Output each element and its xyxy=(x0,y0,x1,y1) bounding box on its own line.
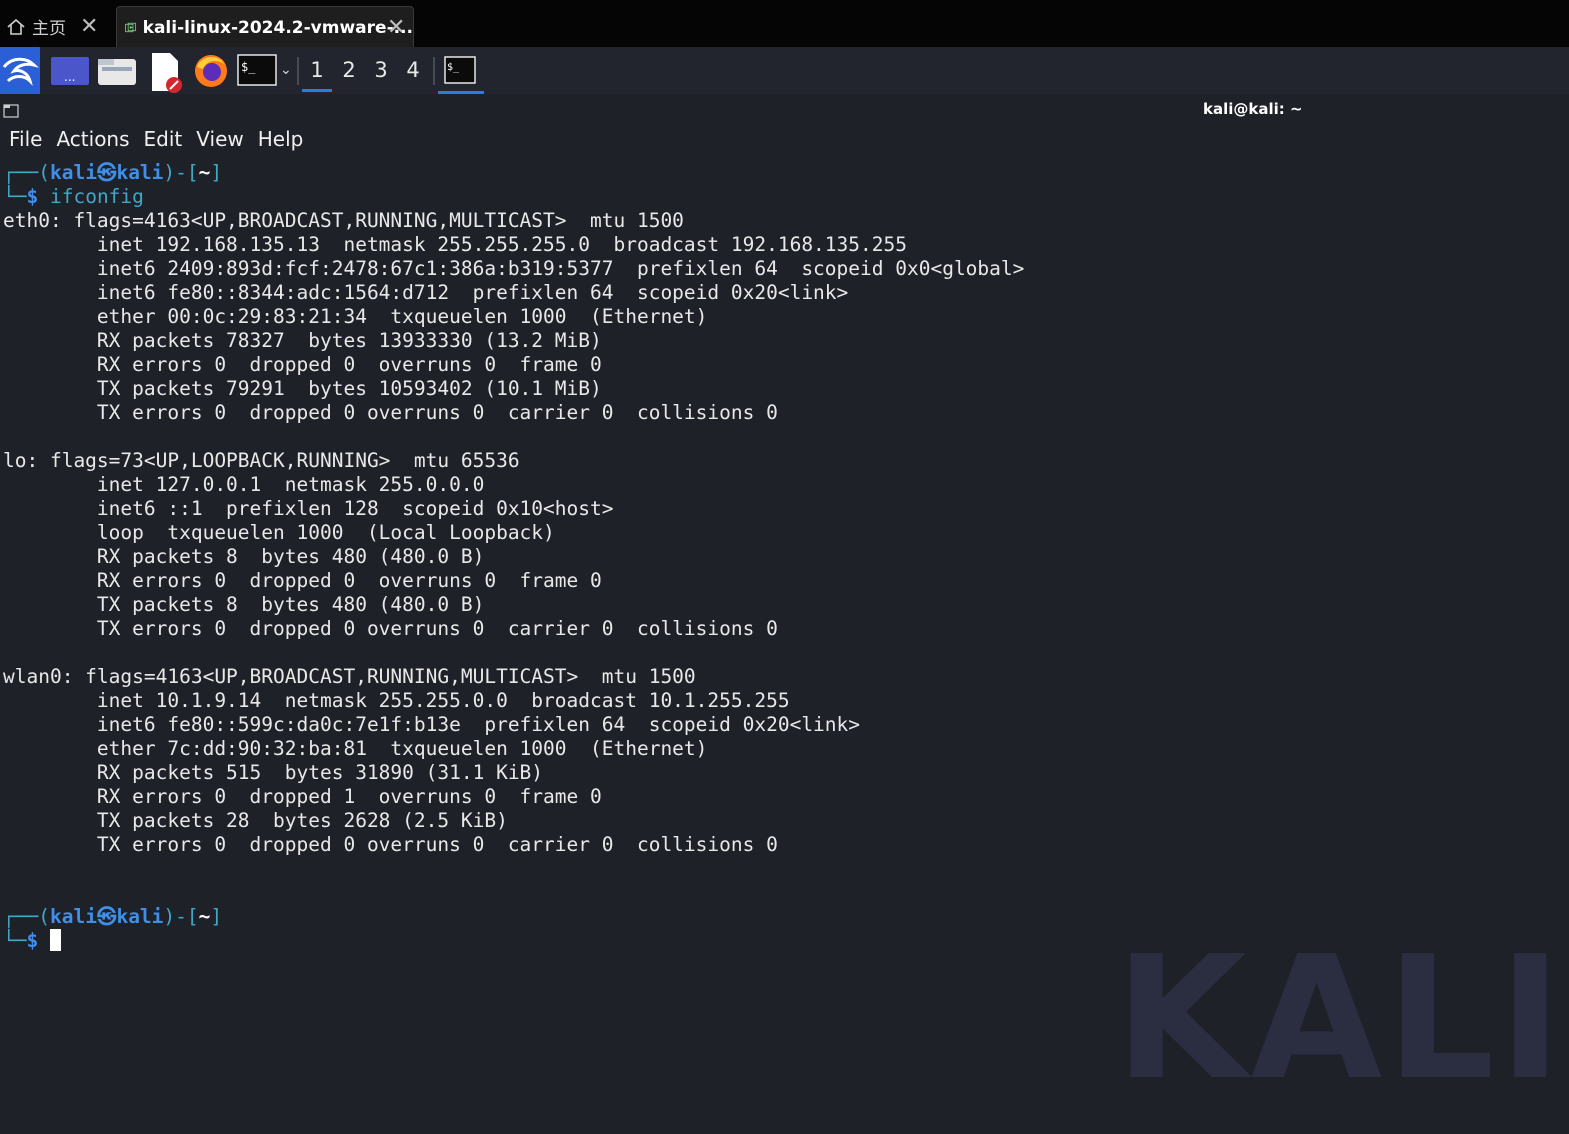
top-panel: ... $_ ⌄ 1 2 3 4 $_ xyxy=(0,47,1569,94)
prompt-symbol: $ xyxy=(26,185,39,208)
terminal-icon: $_ xyxy=(237,54,277,86)
output-line: TX packets 8 bytes 480 (480.0 B) xyxy=(3,593,485,616)
output-line: inet6 fe80::8344:adc:1564:d712 prefixlen… xyxy=(3,281,849,304)
file-manager-button[interactable] xyxy=(96,51,138,89)
svg-text:$_: $_ xyxy=(447,62,460,73)
close-icon[interactable]: ✕ xyxy=(80,14,98,39)
text-editor-button[interactable] xyxy=(146,51,186,93)
output-line: TX errors 0 dropped 0 overruns 0 carrier… xyxy=(3,617,778,640)
panel-separator xyxy=(297,57,299,85)
kali-menu-button[interactable] xyxy=(0,47,40,94)
svg-text:...: ... xyxy=(64,70,75,84)
menu-edit[interactable]: Edit xyxy=(144,127,183,157)
output-line: eth0: flags=4163<UP,BROADCAST,RUNNING,MU… xyxy=(3,209,684,232)
window-title: kali@kali: ~ xyxy=(1203,100,1303,118)
close-icon[interactable]: ✕ xyxy=(387,15,405,40)
terminal-output-area[interactable]: ┌──(kali㉿kali)-[~] └─$ ifconfig eth0: fl… xyxy=(0,159,1569,1134)
workspace-2[interactable]: 2 xyxy=(334,53,364,89)
output-line: inet 10.1.9.14 netmask 255.255.0.0 broad… xyxy=(3,689,790,712)
taskbar-terminal-window[interactable]: $_ xyxy=(438,51,484,94)
host-tab-vm[interactable]: kali-linux-2024.2-vmware-... ✕ xyxy=(116,6,414,48)
menu-file[interactable]: File xyxy=(9,127,42,157)
output-line: RX packets 8 bytes 480 (480.0 B) xyxy=(3,545,485,568)
output-line: RX packets 515 bytes 31890 (31.1 KiB) xyxy=(3,761,544,784)
prompt-user: kali xyxy=(49,161,97,184)
prompt-dir: ~ xyxy=(198,905,211,928)
firefox-icon xyxy=(195,55,227,87)
output-line: inet6 2409:893d:fcf:2478:67c1:386a:b319:… xyxy=(3,257,1025,280)
prompt-line: ┌──(kali㉿kali)-[~] xyxy=(3,905,223,928)
input-line[interactable]: └─$ xyxy=(3,929,61,953)
output-line: loop txqueuelen 1000 (Local Loopback) xyxy=(3,521,555,544)
output-line: inet6 fe80::599c:da0c:7e1f:b13e prefixle… xyxy=(3,713,861,736)
prompt-dir: ~ xyxy=(198,161,211,184)
menu-help[interactable]: Help xyxy=(258,127,304,157)
firefox-button[interactable] xyxy=(191,51,231,89)
prompt-host: kali xyxy=(116,905,164,928)
workspace-4[interactable]: 4 xyxy=(398,53,428,89)
svg-text:$_: $_ xyxy=(241,60,256,74)
output-line: inet 192.168.135.13 netmask 255.255.255.… xyxy=(3,233,907,256)
output-line: RX errors 0 dropped 0 overruns 0 frame 0 xyxy=(3,569,602,592)
workspace-1[interactable]: 1 xyxy=(302,53,332,92)
terminal-icon: $_ xyxy=(444,56,476,84)
prompt-host: kali xyxy=(116,161,164,184)
output-line: inet 127.0.0.1 netmask 255.0.0.0 xyxy=(3,473,485,496)
output-line: ether 7c:dd:90:32:ba:81 txqueuelen 1000 … xyxy=(3,737,708,760)
host-tab-strip: 主页 ✕ kali-linux-2024.2-vmware-... ✕ xyxy=(0,0,1569,48)
output-line: RX errors 0 dropped 1 overruns 0 frame 0 xyxy=(3,785,602,808)
panel-separator xyxy=(433,57,435,85)
vm-icon xyxy=(125,22,137,32)
terminal-menubar: File Actions Edit View Help xyxy=(0,127,308,157)
menu-view[interactable]: View xyxy=(196,127,243,157)
terminal-titlebar[interactable] xyxy=(0,96,1569,126)
output-line: RX packets 78327 bytes 13933330 (13.2 Mi… xyxy=(3,329,602,352)
window-menu-icon[interactable] xyxy=(3,103,19,119)
output-line: lo: flags=73<UP,LOOPBACK,RUNNING> mtu 65… xyxy=(3,449,520,472)
output-line: TX errors 0 dropped 0 overruns 0 carrier… xyxy=(3,401,778,424)
menu-actions[interactable]: Actions xyxy=(56,127,129,157)
command-line: └─$ ifconfig xyxy=(3,185,144,208)
workspace-3[interactable]: 3 xyxy=(366,53,396,89)
output-line: ether 00:0c:29:83:21:34 txqueuelen 1000 … xyxy=(3,305,708,328)
output-line: TX errors 0 dropped 0 overruns 0 carrier… xyxy=(3,833,778,856)
output-line: RX errors 0 dropped 0 overruns 0 frame 0 xyxy=(3,353,602,376)
chevron-down-icon[interactable]: ⌄ xyxy=(280,51,294,89)
prompt-symbol: $ xyxy=(26,929,39,952)
text-editor-icon xyxy=(152,53,182,93)
host-tab-home-label: 主页 xyxy=(32,19,66,39)
folder-icon xyxy=(98,59,136,85)
show-desktop-button[interactable]: ... xyxy=(49,51,91,89)
host-tab-home[interactable]: 主页 ✕ xyxy=(0,6,108,47)
terminal-launcher-button[interactable]: $_ xyxy=(237,51,277,89)
home-icon xyxy=(7,18,25,35)
kali-dragon-icon xyxy=(2,57,39,86)
text-cursor xyxy=(49,929,61,951)
prompt-user: kali xyxy=(49,905,97,928)
host-tab-vm-label: kali-linux-2024.2-vmware-... xyxy=(142,17,413,38)
output-line: TX packets 28 bytes 2628 (2.5 KiB) xyxy=(3,809,508,832)
desktop-icon: ... xyxy=(51,57,89,85)
output-line: inet6 ::1 prefixlen 128 scopeid 0x10<hos… xyxy=(3,497,614,520)
command-text: ifconfig xyxy=(49,185,144,208)
output-line: wlan0: flags=4163<UP,BROADCAST,RUNNING,M… xyxy=(3,665,696,688)
output-line: TX packets 79291 bytes 10593402 (10.1 Mi… xyxy=(3,377,602,400)
prompt-line: ┌──(kali㉿kali)-[~] xyxy=(3,161,223,184)
